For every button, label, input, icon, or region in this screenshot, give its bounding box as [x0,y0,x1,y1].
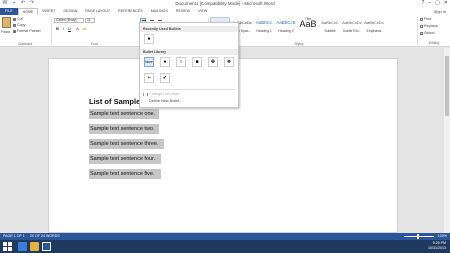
select-icon [420,31,423,35]
maximize-button[interactable]: ▢ [435,0,440,7]
paste-icon[interactable] [2,17,11,28]
list-level-icon [143,92,148,96]
tab-mailings[interactable]: MAILINGS [147,8,172,15]
tab-references[interactable]: REFERENCES [114,8,147,15]
list-item[interactable]: Sample text sentence one. [89,109,159,119]
font-group: Calibri (Body) 11 B I U A ab Font [52,15,137,47]
tab-design[interactable]: DESIGN [60,8,82,15]
copy-icon [13,23,16,27]
bullet-option-checkmark[interactable]: ✔ [160,73,170,83]
page-count[interactable]: PAGE 1 OF 1 [3,234,25,238]
underline-button[interactable]: U [67,26,72,31]
tab-home[interactable]: HOME [17,8,39,15]
bullet-option-none[interactable]: None [144,57,154,67]
zoom-level[interactable]: 100% [438,234,447,238]
bullet-option-filled-circle[interactable]: ● [160,57,170,67]
bullet-option-recent[interactable]: ● [144,34,154,44]
find-button[interactable]: Find [420,17,431,21]
word-count[interactable]: 20 OF 24 WORDS [30,234,60,238]
minimize-button[interactable]: – [428,0,431,7]
scissors-icon [13,17,16,21]
paste-button[interactable]: Paste [1,30,10,34]
style-heading-1[interactable]: AaBbCc Heading 1 [254,17,274,38]
vertical-scrollbar[interactable] [444,48,450,233]
bullet-option-star[interactable]: ✤ [208,57,218,67]
window-title: Document1 [Compatibility Mode] - Microso… [175,1,275,6]
ie-icon[interactable] [18,242,27,251]
italic-button[interactable]: I [61,26,66,31]
change-list-level-item: Change List Level [143,92,179,96]
bullet-option-square[interactable]: ■ [192,57,202,67]
sign-in-link[interactable]: Sign in [434,9,446,14]
style-emphasis[interactable]: AaBbCcDc Emphasis [364,17,384,38]
format-painter-button[interactable]: Format Painter [13,29,41,33]
tab-insert[interactable]: INSERT [38,8,59,15]
help-button[interactable]: ? [422,0,425,7]
font-name-combo[interactable]: Calibri (Body) [54,18,84,23]
title-bar: W ▪ ↶ ↷ Document1 [Compatibility Mode] -… [0,0,450,8]
bullet-option-diamond[interactable]: ❖ [224,57,234,67]
list-item[interactable]: Sample text sentence two. [89,124,159,134]
highlight-icon[interactable]: ab [82,26,87,31]
font-size-combo[interactable]: 11 [85,18,95,23]
select-button[interactable]: Select [420,31,435,35]
replace-button[interactable]: Replace [420,24,438,28]
tab-page-layout[interactable]: PAGE LAYOUT [81,8,114,15]
tab-view[interactable]: VIEW [194,8,211,15]
list-item[interactable]: Sample text sentence three. [89,139,164,149]
bullet-library-dropdown: Recently Used Bullets ● Bullet Library N… [139,22,239,108]
system-clock[interactable]: 9:25 PM 10/31/2013 [428,241,446,251]
recently-used-header: Recently Used Bullets [140,26,238,32]
cut-button[interactable]: Cut [13,17,23,21]
ribbon-tabs: FILE HOME INSERT DESIGN PAGE LAYOUT REFE… [0,8,450,15]
font-group-label: Font [91,42,98,46]
zoom-slider[interactable] [404,236,434,237]
clipboard-group-label: Clipboard [17,42,33,46]
style-heading-2[interactable]: AaBbCcE Heading 2 [276,17,296,38]
scrollbar-thumb[interactable] [445,56,449,116]
define-new-bullet-item[interactable]: Define New Bullet... [149,99,182,103]
bold-button[interactable]: B [55,26,60,31]
replace-icon [420,24,423,28]
windows-start-icon[interactable] [3,242,12,251]
tab-file[interactable]: FILE [0,8,18,15]
brush-icon [13,29,16,33]
bullet-option-arrow[interactable]: ➢ [144,73,154,83]
status-bar: PAGE 1 OF 1 20 OF 24 WORDS 100% [0,233,450,240]
list-item[interactable]: Sample text sentence five. [89,169,161,179]
clipboard-group: Paste Cut Copy Format Painter Clipboard [0,15,50,47]
close-button[interactable]: ✕ [444,0,448,7]
tab-review[interactable]: REVIEW [172,8,194,15]
menu-divider [143,89,235,90]
font-color-icon[interactable]: A [75,26,80,31]
list-item[interactable]: Sample text sentence four. [89,154,161,164]
style-title[interactable]: AaB Title [298,17,318,38]
window-controls: ? – ▢ ✕ [422,0,449,7]
bullet-option-hollow-circle[interactable]: ○ [176,57,186,67]
search-icon [420,17,423,21]
explorer-icon[interactable] [30,242,39,251]
style-subtitle[interactable]: AaBbCcC Subtitle [320,17,340,38]
word-taskbar-icon[interactable] [42,242,51,251]
editing-group-label: Editing [428,41,440,45]
bullet-library-header: Bullet Library [140,49,238,55]
windows-taskbar: 9:25 PM 10/31/2013 [0,240,450,253]
style-subtle-emphasis[interactable]: AaBbCcDc Subtle Em... [342,17,362,38]
copy-button[interactable]: Copy [13,23,25,27]
word-window: W ▪ ↶ ↷ Document1 [Compatibility Mode] -… [0,0,450,253]
